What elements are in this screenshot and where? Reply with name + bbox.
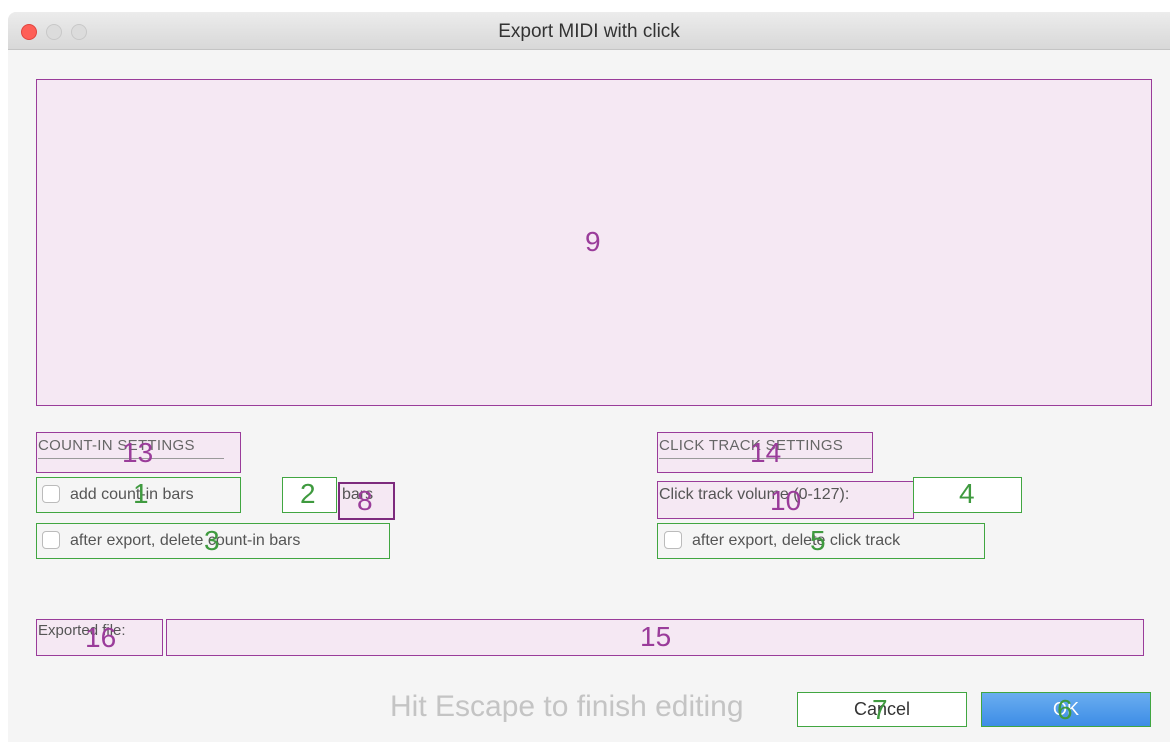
delete-click-track-checkbox-box[interactable] (664, 531, 682, 549)
count-in-bars-marker: 2 (300, 478, 316, 509)
click-track-section-marker: 14 (750, 437, 782, 468)
delete-count-in-label: after export, delete count-in bars (70, 532, 301, 549)
exported-file-path-marker: 15 (640, 621, 672, 652)
delete-count-in-checkbox-box[interactable] (42, 531, 60, 549)
click-volume-marker: 4 (959, 478, 975, 509)
window-title: Export MIDI with click (498, 21, 680, 42)
delete-click-track-label: after export, delete click track (692, 532, 901, 549)
add-count-in-marker: 1 (133, 478, 149, 509)
count-in-section-title: COUNT-IN SETTINGS (38, 437, 195, 454)
bars-unit-marker: 8 (357, 485, 373, 516)
ok-button-marker: 6 (1057, 694, 1073, 725)
title-bar: Export MIDI with click (8, 12, 1170, 50)
delete-click-track-marker: 5 (810, 525, 826, 556)
exported-file-label-marker: 16 (85, 622, 117, 653)
click-volume-label-marker: 10 (770, 485, 802, 516)
count-in-section-marker: 13 (122, 437, 154, 468)
escape-hint: Hit Escape to finish editing (390, 690, 744, 723)
delete-count-in-marker: 3 (204, 525, 220, 556)
preview-panel-marker: 9 (585, 226, 601, 257)
cancel-button-marker: 7 (872, 694, 888, 725)
add-count-in-checkbox-box[interactable] (42, 485, 60, 503)
click-volume-label: Click track volume (0-127): (659, 486, 850, 503)
add-count-in-label: add count-in bars (70, 486, 194, 503)
